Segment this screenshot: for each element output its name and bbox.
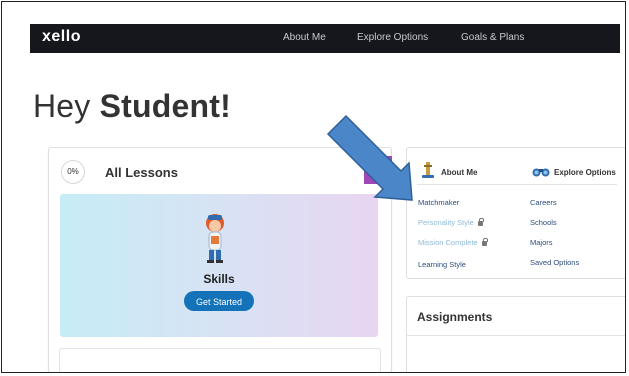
greeting-prefix: Hey bbox=[33, 88, 100, 124]
link-mission-complete-label: Mission Complete bbox=[418, 238, 478, 247]
assignments-divider bbox=[407, 335, 625, 336]
about-me-heading[interactable]: About Me bbox=[441, 168, 477, 177]
next-lesson-card-partial bbox=[59, 348, 381, 372]
card-divider bbox=[417, 184, 617, 185]
nav-about-me[interactable]: About Me bbox=[283, 32, 326, 43]
link-saved-options[interactable]: Saved Options bbox=[530, 258, 579, 267]
skills-label: Skills bbox=[203, 272, 235, 286]
lessons-title: All Lessons bbox=[105, 165, 178, 180]
nav-goals-plans[interactable]: Goals & Plans bbox=[461, 32, 524, 43]
lock-icon bbox=[477, 217, 484, 226]
about-explore-card: About Me Explore Options Matchmaker Pers… bbox=[406, 147, 625, 279]
page-greeting: Hey Student! bbox=[33, 88, 231, 125]
link-careers[interactable]: Careers bbox=[530, 198, 557, 207]
link-majors[interactable]: Majors bbox=[530, 238, 553, 247]
arrow-pointer-icon bbox=[322, 114, 422, 214]
link-matchmaker[interactable]: Matchmaker bbox=[418, 198, 459, 207]
get-started-button[interactable]: Get Started bbox=[184, 291, 254, 311]
link-learning-style[interactable]: Learning Style bbox=[418, 260, 466, 269]
lessons-progress-badge: 0% bbox=[61, 160, 85, 184]
screenshot-frame: xello About Me Explore Options Goals & P… bbox=[1, 1, 626, 373]
xello-logo[interactable]: xello bbox=[42, 28, 81, 46]
greeting-name: Student! bbox=[99, 88, 231, 124]
explore-options-heading[interactable]: Explore Options bbox=[554, 168, 616, 177]
assignments-card: Assignments bbox=[406, 296, 625, 372]
top-navigation-bar: xello About Me Explore Options Goals & P… bbox=[30, 24, 620, 53]
link-mission-complete[interactable]: Mission Complete bbox=[418, 237, 488, 247]
assignments-title: Assignments bbox=[417, 310, 493, 324]
lock-icon bbox=[481, 237, 488, 246]
link-personality-style-label: Personality Style bbox=[418, 218, 474, 227]
tower-icon bbox=[420, 161, 436, 179]
link-schools[interactable]: Schools bbox=[530, 218, 557, 227]
link-personality-style[interactable]: Personality Style bbox=[418, 217, 484, 227]
skills-avatar-icon bbox=[198, 212, 232, 266]
nav-explore-options[interactable]: Explore Options bbox=[357, 32, 428, 43]
skills-lesson-panel[interactable]: Skills Get Started bbox=[60, 194, 378, 337]
binoculars-icon bbox=[532, 164, 550, 177]
